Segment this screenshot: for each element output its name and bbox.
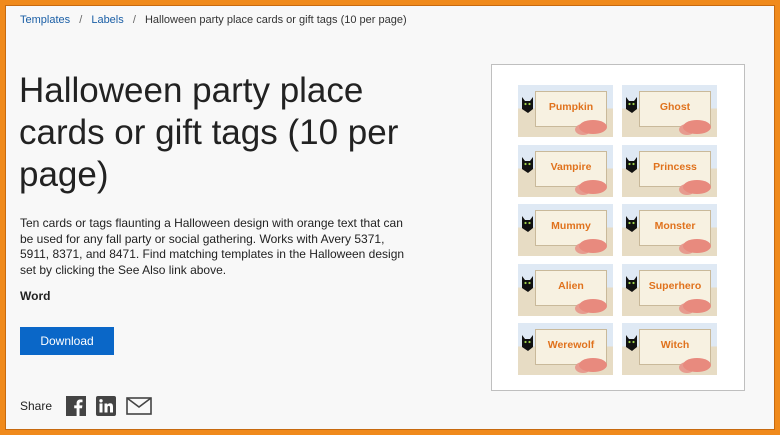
card-label: Princess xyxy=(653,161,697,173)
share-label: Share xyxy=(20,399,53,413)
mail-icon[interactable] xyxy=(126,397,152,415)
pumpkin-icon xyxy=(683,299,711,313)
breadcrumb-templates-link[interactable]: Templates xyxy=(20,14,70,26)
black-cat-icon xyxy=(626,97,637,113)
breadcrumb: Templates / Labels / Halloween party pla… xyxy=(20,14,407,26)
black-cat-icon xyxy=(522,97,533,113)
black-cat-icon xyxy=(626,335,637,351)
breadcrumb-labels-link[interactable]: Labels xyxy=(91,14,123,26)
black-cat-icon xyxy=(626,216,637,232)
pumpkin-icon xyxy=(579,239,607,253)
breadcrumb-current: Halloween party place cards or gift tags… xyxy=(144,14,407,26)
template-preview: Pumpkin Ghost Vampire Princess Mummy Mon… xyxy=(491,64,745,391)
download-button[interactable]: Download xyxy=(20,327,114,355)
black-cat-icon xyxy=(626,276,637,292)
pumpkin-icon xyxy=(683,239,711,253)
pumpkin-icon xyxy=(683,358,711,372)
card-preview: Mummy xyxy=(518,204,613,256)
pumpkin-icon xyxy=(683,180,711,194)
card-preview: Alien xyxy=(518,264,613,316)
card-label: Werewolf xyxy=(547,339,595,351)
card-label: Ghost xyxy=(659,101,691,113)
card-label: Vampire xyxy=(550,161,592,173)
card-label: Mummy xyxy=(551,220,591,232)
app-name: Word xyxy=(20,289,51,303)
card-label: Pumpkin xyxy=(548,101,594,113)
card-label: Alien xyxy=(558,280,584,292)
page-title: Halloween party place cards or gift tags… xyxy=(19,71,399,194)
card-preview: Pumpkin xyxy=(518,85,613,137)
pumpkin-icon xyxy=(579,299,607,313)
black-cat-icon xyxy=(522,216,533,232)
card-preview: Ghost xyxy=(622,85,717,137)
card-label: Superhero xyxy=(648,280,702,292)
black-cat-icon xyxy=(522,157,533,173)
pumpkin-icon xyxy=(683,120,711,134)
card-preview: Vampire xyxy=(518,145,613,197)
template-description: Ten cards or tags flaunting a Halloween … xyxy=(20,216,405,277)
page-frame: Templates / Labels / Halloween party pla… xyxy=(5,5,775,430)
linkedin-icon[interactable] xyxy=(96,396,117,416)
card-preview: Superhero xyxy=(622,264,717,316)
pumpkin-icon xyxy=(579,120,607,134)
black-cat-icon xyxy=(522,276,533,292)
breadcrumb-separator: / xyxy=(79,14,83,26)
black-cat-icon xyxy=(522,335,533,351)
card-label: Monster xyxy=(654,220,696,232)
pumpkin-icon xyxy=(579,358,607,372)
breadcrumb-separator: / xyxy=(132,14,136,26)
card-label: Witch xyxy=(660,339,690,351)
card-preview: Witch xyxy=(622,323,717,375)
card-preview: Monster xyxy=(622,204,717,256)
card-preview: Princess xyxy=(622,145,717,197)
facebook-icon[interactable] xyxy=(66,396,87,416)
black-cat-icon xyxy=(626,157,637,173)
card-preview: Werewolf xyxy=(518,323,613,375)
share-bar: Share xyxy=(20,395,162,417)
pumpkin-icon xyxy=(579,180,607,194)
